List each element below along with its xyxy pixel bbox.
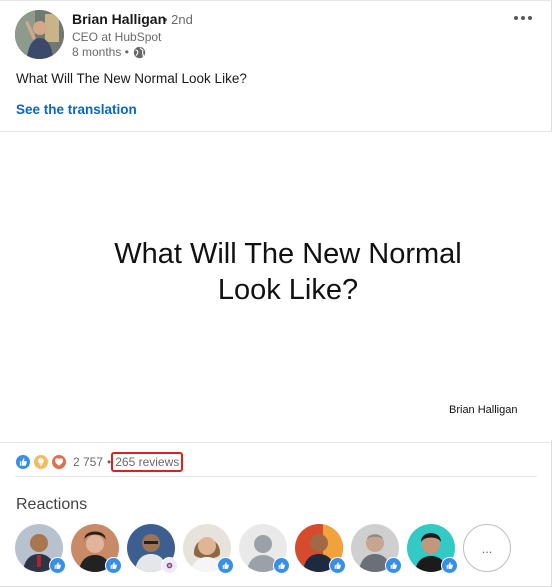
media-title: What Will The New Normal Look Like? <box>0 236 557 308</box>
love-reaction-icon[interactable] <box>51 454 67 470</box>
more-options-icon[interactable] <box>511 8 535 28</box>
reactor-avatar[interactable] <box>127 524 178 574</box>
top-divider <box>0 0 552 1</box>
post-card: Brian Halligan • 2nd CEO at HubSpot 8 mo… <box>0 0 552 587</box>
reviews-count-link[interactable]: 265 reviews <box>111 452 184 472</box>
reactor-avatar[interactable] <box>183 524 234 574</box>
like-reaction-icon[interactable] <box>15 454 31 470</box>
post-time: 8 months • <box>72 45 129 59</box>
like-reaction-icon <box>329 557 346 574</box>
insightful-reaction-icon[interactable] <box>33 454 49 470</box>
see-translation-link[interactable]: See the translation <box>16 102 137 117</box>
reactor-avatar[interactable] <box>407 524 458 574</box>
like-reaction-icon <box>273 557 290 574</box>
author-headline: CEO at HubSpot <box>72 30 162 44</box>
reactor-avatar[interactable] <box>15 524 66 574</box>
reactor-avatar-placeholder[interactable] <box>239 524 290 574</box>
reactions-divider <box>15 476 537 477</box>
more-reactions-button[interactable]: ... <box>463 524 511 572</box>
like-reaction-icon <box>49 557 66 574</box>
author-avatar[interactable] <box>15 10 64 59</box>
reaction-count[interactable]: 2 757 <box>73 455 103 469</box>
reactor-avatar[interactable] <box>295 524 346 574</box>
author-name[interactable]: Brian Halligan <box>72 11 166 27</box>
post-text: What Will The New Normal Look Like? <box>16 71 247 86</box>
social-counts: 2 757 • 265 reviews <box>15 452 184 472</box>
counts-divider <box>0 442 552 443</box>
reactor-avatar[interactable] <box>351 524 402 574</box>
post-media[interactable]: What Will The New Normal Look Like? Bria… <box>0 132 552 440</box>
celebrate-reaction-icon <box>161 557 178 574</box>
connection-degree: • 2nd <box>163 12 193 27</box>
like-reaction-icon <box>217 557 234 574</box>
like-reaction-icon <box>105 557 122 574</box>
like-reaction-icon <box>441 557 458 574</box>
globe-icon <box>133 46 146 59</box>
post-meta: 8 months • <box>72 45 146 59</box>
media-author: Brian Halligan <box>449 404 518 416</box>
media-title-line2: Look Like? <box>217 274 359 306</box>
reactor-avatar[interactable] <box>71 524 122 574</box>
like-reaction-icon <box>385 557 402 574</box>
reactions-heading: Reactions <box>16 496 88 513</box>
media-title-line1: What Will The New Normal <box>114 238 462 270</box>
